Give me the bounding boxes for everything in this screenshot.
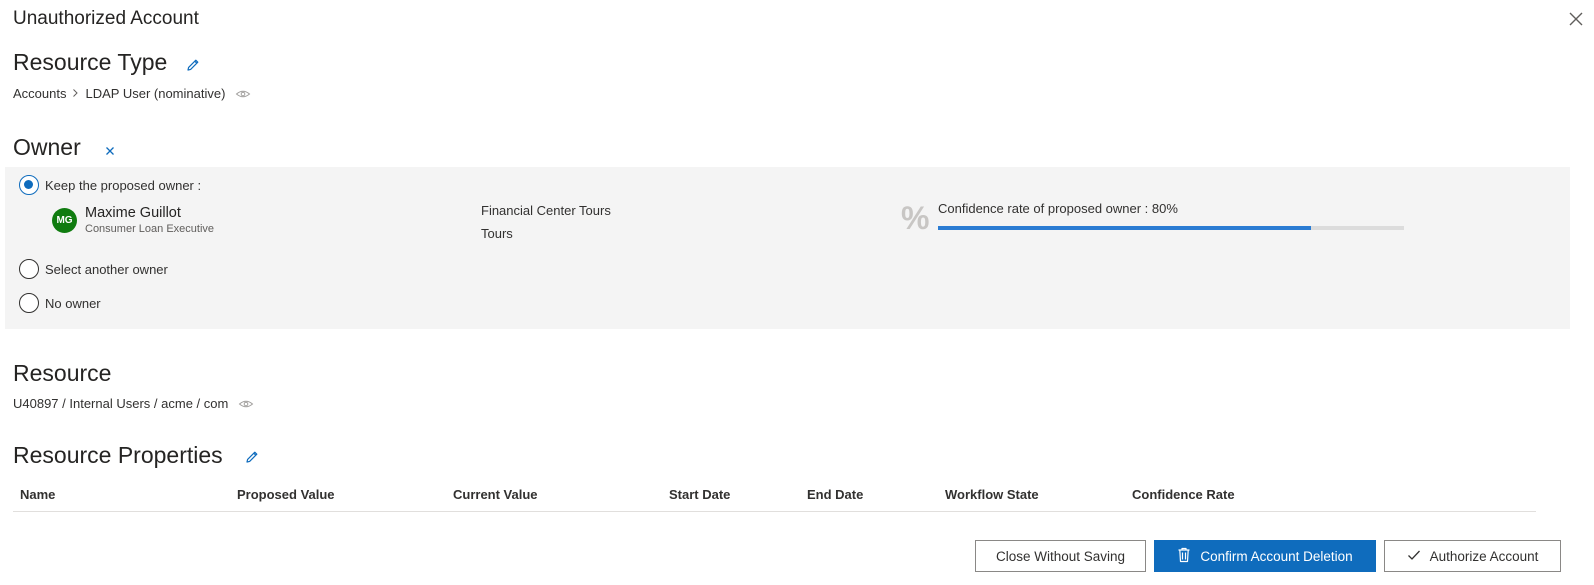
avatar: MG	[52, 208, 77, 233]
close-icon[interactable]	[1565, 8, 1587, 30]
column-header-current-value[interactable]: Current Value	[453, 487, 538, 502]
radio-keep-proposed-owner[interactable]	[19, 175, 39, 195]
eye-icon[interactable]	[235, 88, 251, 100]
owner-panel	[5, 167, 1570, 329]
column-header-name[interactable]: Name	[20, 487, 55, 502]
pencil-icon[interactable]	[185, 57, 201, 73]
owner-heading: Owner	[13, 134, 81, 160]
breadcrumb-item-ldap-user[interactable]: LDAP User (nominative)	[85, 86, 225, 101]
radio-label-no-owner: No owner	[45, 296, 101, 311]
radio-label-keep-proposed-owner: Keep the proposed owner :	[45, 178, 202, 193]
breadcrumb-item-accounts[interactable]: Accounts	[13, 86, 66, 101]
column-header-confidence-rate[interactable]: Confidence Rate	[1132, 487, 1235, 502]
owner-name[interactable]: Maxime Guillot	[85, 205, 181, 221]
resource-type-heading: Resource Type	[13, 49, 168, 75]
chevron-right-icon	[72, 86, 79, 101]
resource-properties-heading: Resource Properties	[13, 442, 223, 468]
properties-table-header: Name Proposed Value Current Value Start …	[13, 486, 1536, 512]
column-header-end-date[interactable]: End Date	[807, 487, 863, 502]
close-without-saving-button[interactable]: Close Without Saving	[975, 540, 1146, 572]
column-header-workflow-state[interactable]: Workflow State	[945, 487, 1039, 502]
confirm-account-deletion-button[interactable]: Confirm Account Deletion	[1154, 540, 1376, 572]
confidence-label: Confidence rate of proposed owner : 80%	[938, 201, 1178, 216]
radio-no-owner[interactable]	[19, 293, 39, 313]
owner-organization: Financial Center Tours	[481, 203, 611, 218]
authorize-account-label: Authorize Account	[1429, 548, 1539, 564]
confidence-progress-bar	[938, 226, 1404, 230]
eye-icon[interactable]	[238, 398, 254, 410]
pencil-icon[interactable]	[244, 449, 260, 465]
column-header-start-date[interactable]: Start Date	[669, 487, 730, 502]
dialog-title: Unauthorized Account	[13, 8, 199, 29]
percent-icon: %	[901, 200, 930, 236]
trash-icon	[1177, 547, 1200, 566]
resource-heading: Resource	[13, 360, 112, 386]
close-icon[interactable]	[103, 144, 117, 158]
resource-path-text[interactable]: U40897 / Internal Users / acme / com	[13, 396, 228, 411]
confidence-progress-fill	[938, 226, 1311, 230]
radio-select-another-owner[interactable]	[19, 259, 39, 279]
checkmark-icon	[1407, 549, 1430, 564]
confirm-account-deletion-label: Confirm Account Deletion	[1200, 548, 1353, 564]
authorize-account-button[interactable]: Authorize Account	[1384, 540, 1561, 572]
column-header-proposed-value[interactable]: Proposed Value	[237, 487, 335, 502]
owner-location: Tours	[481, 226, 513, 241]
breadcrumb: Accounts LDAP User (nominative)	[13, 86, 251, 101]
resource-path: U40897 / Internal Users / acme / com	[13, 396, 254, 411]
radio-label-select-another-owner: Select another owner	[45, 262, 168, 277]
owner-job-title: Consumer Loan Executive	[85, 223, 215, 235]
close-without-saving-label: Close Without Saving	[995, 548, 1126, 564]
